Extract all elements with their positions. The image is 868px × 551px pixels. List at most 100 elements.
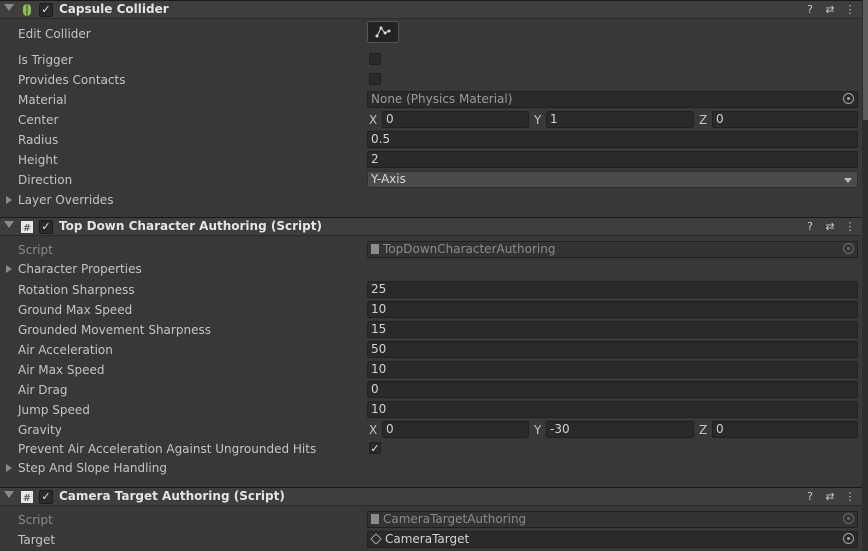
component-title: Capsule Collider: [59, 2, 169, 16]
capsule-collider-header[interactable]: ✓ Capsule Collider ? ⇄ ⋮: [0, 0, 862, 19]
rotation-sharpness-field[interactable]: 25: [367, 281, 858, 298]
height-row: Height 2: [0, 150, 862, 170]
help-icon[interactable]: ?: [803, 2, 817, 18]
center-label: Center: [18, 113, 59, 127]
target-value: CameraTarget: [385, 532, 470, 546]
prevent-air-acceleration-checkbox[interactable]: ✓: [369, 442, 381, 454]
material-object-field[interactable]: None (Physics Material): [367, 91, 858, 108]
kebab-menu-icon[interactable]: ⋮: [843, 2, 857, 18]
svg-text:#: #: [23, 493, 31, 504]
edit-collider-label: Edit Collider: [18, 27, 91, 41]
direction-label: Direction: [18, 173, 73, 187]
target-object-field[interactable]: CameraTarget: [367, 531, 858, 548]
field-label: Air Max Speed: [18, 363, 105, 377]
object-picker-icon[interactable]: [843, 533, 854, 544]
component-title: Top Down Character Authoring (Script): [59, 219, 322, 233]
component-enabled-checkbox[interactable]: ✓: [39, 3, 53, 17]
script-label: Script: [18, 243, 53, 257]
center-row: Center X 0 Y 1 Z 0: [0, 110, 862, 130]
gravity-z-field[interactable]: 0: [712, 421, 858, 438]
material-row: Material None (Physics Material): [0, 90, 862, 110]
step-and-slope-row[interactable]: Step And Slope Handling: [0, 458, 862, 478]
jump-speed-field[interactable]: 10: [367, 401, 858, 418]
center-z-field[interactable]: 0: [712, 111, 858, 128]
air-max-speed-field[interactable]: 10: [367, 361, 858, 378]
presets-icon[interactable]: ⇄: [823, 219, 837, 235]
direction-row: Direction Y-Axis: [0, 170, 862, 190]
script-label: Script: [18, 513, 53, 527]
is-trigger-label: Is Trigger: [18, 53, 73, 67]
jump-speed-row: Jump Speed 10: [0, 400, 862, 420]
gravity-row: Gravity X 0 Y -30 Z 0: [0, 420, 862, 440]
help-icon[interactable]: ?: [803, 219, 817, 235]
component-enabled-checkbox[interactable]: ✓: [39, 220, 53, 234]
presets-icon[interactable]: ⇄: [823, 489, 837, 505]
target-row: Target CameraTarget: [0, 530, 862, 550]
script-icon: #: [21, 221, 33, 234]
object-picker-icon[interactable]: [843, 93, 854, 104]
presets-icon[interactable]: ⇄: [823, 2, 837, 18]
foldout-arrow-icon[interactable]: [4, 221, 14, 228]
air-drag-field[interactable]: 0: [367, 381, 858, 398]
inspector-scrollbar[interactable]: [862, 0, 868, 551]
script-object-field: CameraTargetAuthoring: [367, 511, 858, 528]
direction-dropdown[interactable]: Y-Axis: [367, 171, 858, 188]
material-value: None (Physics Material): [371, 92, 513, 106]
provides-contacts-checkbox[interactable]: [369, 73, 381, 85]
kebab-menu-icon[interactable]: ⋮: [843, 219, 857, 235]
ground-max-speed-field[interactable]: 10: [367, 301, 858, 318]
foldout-arrow-icon[interactable]: [4, 491, 14, 498]
grounded-movement-sharpness-row: Grounded Movement Sharpness 15: [0, 320, 862, 340]
air-acceleration-field[interactable]: 50: [367, 341, 858, 358]
center-x-label: X: [369, 113, 378, 127]
foldout-arrow-icon[interactable]: [4, 4, 14, 11]
camera-script-row: Script CameraTargetAuthoring: [0, 510, 862, 530]
object-picker-icon: [843, 513, 854, 524]
is-trigger-checkbox[interactable]: [369, 53, 381, 65]
script-file-icon: [371, 244, 379, 254]
provides-contacts-label: Provides Contacts: [18, 73, 126, 87]
script-value: TopDownCharacterAuthoring: [383, 242, 556, 256]
foldout-arrow-icon[interactable]: [6, 265, 12, 273]
field-label: Ground Max Speed: [18, 303, 133, 317]
step-and-slope-label[interactable]: Step And Slope Handling: [18, 461, 167, 475]
topdown-authoring-header[interactable]: # ✓ Top Down Character Authoring (Script…: [0, 217, 862, 236]
field-label: Jump Speed: [18, 403, 90, 417]
height-field[interactable]: 2: [367, 151, 858, 168]
foldout-arrow-icon[interactable]: [6, 196, 12, 204]
material-label: Material: [18, 93, 67, 107]
gameobject-icon: [370, 533, 382, 545]
grounded-movement-sharpness-field[interactable]: 15: [367, 321, 858, 338]
camera-target-authoring-header[interactable]: # ✓ Camera Target Authoring (Script) ? ⇄…: [0, 487, 862, 506]
edit-collider-button[interactable]: [367, 21, 399, 43]
kebab-menu-icon[interactable]: ⋮: [843, 489, 857, 505]
chevron-down-icon: [844, 178, 852, 183]
object-picker-icon: [843, 243, 854, 254]
foldout-arrow-icon[interactable]: [6, 464, 12, 472]
svg-text:#: #: [23, 223, 31, 234]
center-x-field[interactable]: 0: [382, 111, 529, 128]
is-trigger-row: Is Trigger: [0, 50, 862, 70]
gravity-y-field[interactable]: -30: [546, 421, 694, 438]
air-max-speed-row: Air Max Speed 10: [0, 360, 862, 380]
script-value: CameraTargetAuthoring: [383, 512, 527, 526]
field-label: Rotation Sharpness: [18, 283, 135, 297]
script-icon: #: [21, 491, 33, 504]
character-properties-row[interactable]: Character Properties: [0, 259, 862, 279]
gravity-x-label: X: [369, 423, 378, 437]
center-y-field[interactable]: 1: [546, 111, 694, 128]
field-label: Air Drag: [18, 383, 68, 397]
layer-overrides-label[interactable]: Layer Overrides: [18, 193, 113, 207]
radius-row: Radius 0.5: [0, 130, 862, 150]
gravity-x-field[interactable]: 0: [382, 421, 529, 438]
air-acceleration-row: Air Acceleration 50: [0, 340, 862, 360]
scrollbar-thumb[interactable]: [863, 0, 868, 120]
radius-field[interactable]: 0.5: [367, 131, 858, 148]
edit-collider-row: Edit Collider: [0, 21, 862, 44]
target-label: Target: [18, 533, 56, 547]
gravity-label: Gravity: [18, 423, 62, 437]
help-icon[interactable]: ?: [803, 489, 817, 505]
component-enabled-checkbox[interactable]: ✓: [39, 490, 53, 504]
layer-overrides-row[interactable]: Layer Overrides: [0, 190, 862, 210]
character-properties-label[interactable]: Character Properties: [18, 262, 142, 276]
